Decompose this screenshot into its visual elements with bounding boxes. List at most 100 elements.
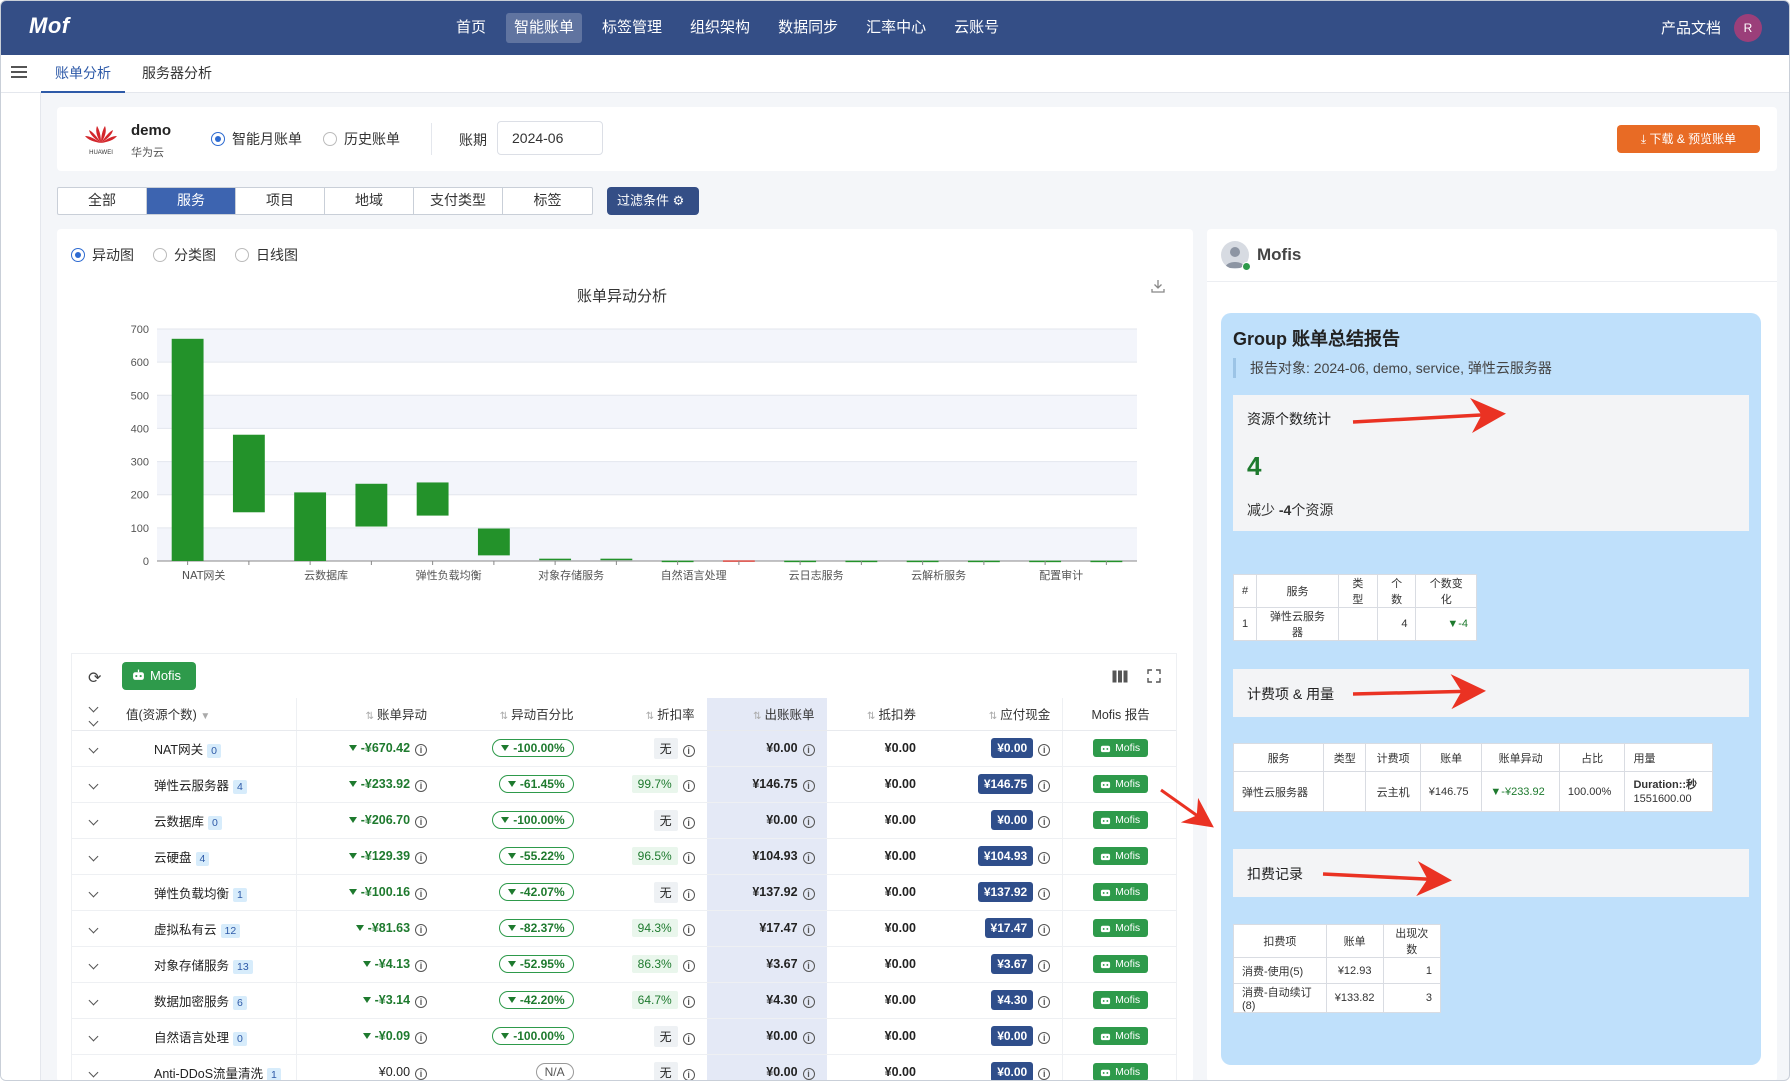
table-row[interactable]: 虚拟私有云 12 -¥81.63 i -82.37% 94.3% i ¥17.47 i … bbox=[72, 910, 1176, 947]
mofis-report-button[interactable]: Mofis bbox=[1093, 847, 1149, 865]
refresh-icon[interactable]: ⟳ bbox=[88, 668, 106, 687]
col-coupon[interactable]: ⇅ 抵扣券 bbox=[826, 698, 928, 731]
info-icon[interactable]: i bbox=[1038, 780, 1051, 792]
nav-cloud-account[interactable]: 云账号 bbox=[946, 13, 1007, 43]
expand-all-icon[interactable] bbox=[72, 698, 114, 731]
info-icon[interactable]: i bbox=[415, 1067, 428, 1080]
info-icon[interactable]: i bbox=[1038, 1032, 1051, 1044]
info-icon[interactable]: i bbox=[415, 959, 428, 972]
group-tab-tag[interactable]: 标签 bbox=[503, 188, 592, 214]
info-icon[interactable]: i bbox=[415, 779, 428, 792]
info-icon[interactable]: i bbox=[1038, 852, 1051, 864]
mofis-report-button[interactable]: Mofis bbox=[1093, 1027, 1149, 1045]
fullscreen-icon[interactable] bbox=[1147, 669, 1161, 683]
tab-server-analysis[interactable]: 服务器分析 bbox=[128, 55, 226, 93]
info-icon[interactable]: i bbox=[415, 851, 428, 864]
info-icon[interactable]: i bbox=[802, 887, 815, 900]
expand-row-icon[interactable] bbox=[72, 982, 114, 1019]
app-logo[interactable]: Mof bbox=[29, 13, 70, 39]
info-icon[interactable]: i bbox=[802, 923, 815, 936]
table-row[interactable]: 自然语言处理 0 -¥0.09 i -100.00% 无i ¥0.00 i ¥0.00… bbox=[72, 1018, 1176, 1055]
nav-exchange-rate[interactable]: 汇率中心 bbox=[858, 13, 934, 43]
radio-smart-monthly[interactable]: 智能月账单 bbox=[211, 129, 302, 149]
info-icon[interactable]: i bbox=[802, 1067, 815, 1080]
expand-row-icon[interactable] bbox=[72, 802, 114, 839]
download-preview-button[interactable]: ⤓ 下载 & 预览账单 bbox=[1617, 125, 1760, 153]
info-icon[interactable]: i bbox=[802, 743, 815, 756]
columns-icon[interactable] bbox=[1112, 670, 1128, 683]
info-icon[interactable]: i bbox=[682, 852, 695, 864]
info-icon[interactable]: i bbox=[415, 923, 428, 936]
docs-link[interactable]: 产品文档 bbox=[1661, 17, 1721, 38]
col-change[interactable]: ⇅ 账单异动 bbox=[296, 698, 440, 731]
info-icon[interactable]: i bbox=[802, 959, 815, 972]
info-icon[interactable]: i bbox=[802, 851, 815, 864]
filter-button[interactable]: 过滤条件 ⚙ bbox=[607, 187, 699, 215]
table-row[interactable]: 弹性负载均衡 1 -¥100.16 i -42.07% 无i ¥137.92 i ¥0… bbox=[72, 874, 1176, 911]
info-icon[interactable]: i bbox=[1038, 816, 1051, 828]
info-icon[interactable]: i bbox=[682, 744, 695, 757]
mofis-report-button[interactable]: Mofis bbox=[1093, 739, 1149, 757]
info-icon[interactable]: i bbox=[802, 779, 815, 792]
nav-data-sync[interactable]: 数据同步 bbox=[770, 13, 846, 43]
radio-dot[interactable] bbox=[153, 248, 167, 262]
info-icon[interactable]: i bbox=[415, 743, 428, 756]
expand-row-icon[interactable] bbox=[72, 1054, 114, 1080]
group-tab-region[interactable]: 地域 bbox=[325, 188, 414, 214]
mofis-report-button[interactable]: Mofis bbox=[1093, 775, 1149, 793]
mofis-button[interactable]: Mofis bbox=[122, 662, 196, 690]
group-tab-service[interactable]: 服务 bbox=[147, 188, 236, 214]
info-icon[interactable]: i bbox=[1038, 924, 1051, 936]
info-icon[interactable]: i bbox=[802, 1031, 815, 1044]
nav-org-structure[interactable]: 组织架构 bbox=[682, 13, 758, 43]
info-icon[interactable]: i bbox=[415, 1031, 428, 1044]
info-icon[interactable]: i bbox=[682, 1068, 695, 1080]
col-change-pct[interactable]: ⇅ 异动百分比 bbox=[439, 698, 586, 731]
table-row[interactable]: 对象存储服务 13 -¥4.13 i -52.95% 86.3% i ¥3.67 i ¥… bbox=[72, 946, 1176, 983]
info-icon[interactable]: i bbox=[682, 960, 695, 972]
info-icon[interactable]: i bbox=[1038, 888, 1051, 900]
nav-tag-management[interactable]: 标签管理 bbox=[594, 13, 670, 43]
info-icon[interactable]: i bbox=[682, 780, 695, 792]
col-discount[interactable]: ⇅ 折扣率 bbox=[585, 698, 707, 731]
info-icon[interactable]: i bbox=[682, 888, 695, 901]
expand-row-icon[interactable] bbox=[72, 910, 114, 947]
radio-dot[interactable] bbox=[71, 248, 85, 262]
table-row[interactable]: 云数据库 0 -¥206.70 i -100.00% 无i ¥0.00 i ¥0.00… bbox=[72, 802, 1176, 839]
radio-dot[interactable] bbox=[211, 132, 225, 146]
table-row[interactable]: NAT网关 0 -¥670.42 i -100.00% 无i ¥0.00 i ¥0.0… bbox=[72, 730, 1176, 767]
radio-daily-chart[interactable]: 日线图 bbox=[235, 245, 298, 265]
info-icon[interactable]: i bbox=[415, 887, 428, 900]
info-icon[interactable]: i bbox=[802, 995, 815, 1008]
col-cash[interactable]: ⇅ 应付现金 bbox=[927, 698, 1063, 731]
expand-row-icon[interactable] bbox=[72, 730, 114, 767]
mofis-report-button[interactable]: Mofis bbox=[1093, 955, 1149, 973]
mofis-report-button[interactable]: Mofis bbox=[1093, 1063, 1149, 1080]
group-tab-project[interactable]: 项目 bbox=[236, 188, 325, 214]
period-input[interactable]: 2024-06 bbox=[497, 121, 603, 155]
info-icon[interactable]: i bbox=[682, 816, 695, 829]
info-icon[interactable]: i bbox=[415, 815, 428, 828]
mofis-report-button[interactable]: Mofis bbox=[1093, 811, 1149, 829]
info-icon[interactable]: i bbox=[1038, 960, 1051, 972]
info-icon[interactable]: i bbox=[1038, 744, 1051, 756]
info-icon[interactable]: i bbox=[1038, 996, 1051, 1008]
tab-bill-analysis[interactable]: 账单分析 bbox=[41, 55, 125, 93]
mofis-report-button[interactable]: Mofis bbox=[1093, 919, 1149, 937]
table-row[interactable]: 数据加密服务 6 -¥3.14 i -42.20% 64.7% i ¥4.30 i ¥0… bbox=[72, 982, 1176, 1019]
info-icon[interactable]: i bbox=[1038, 1068, 1051, 1080]
user-avatar[interactable]: R bbox=[1734, 14, 1762, 42]
radio-anomaly-chart[interactable]: 异动图 bbox=[71, 245, 134, 265]
col-value[interactable]: 值(资源个数) ▼ bbox=[114, 698, 297, 731]
info-icon[interactable]: i bbox=[682, 1032, 695, 1045]
radio-dot[interactable] bbox=[323, 132, 337, 146]
mofis-report-button[interactable]: Mofis bbox=[1093, 883, 1149, 901]
expand-row-icon[interactable] bbox=[72, 1018, 114, 1055]
info-icon[interactable]: i bbox=[682, 924, 695, 936]
expand-row-icon[interactable] bbox=[72, 766, 114, 803]
expand-row-icon[interactable] bbox=[72, 838, 114, 875]
table-row[interactable]: 云硬盘 4 -¥129.39 i -55.22% 96.5% i ¥104.93 i ¥… bbox=[72, 838, 1176, 875]
radio-history[interactable]: 历史账单 bbox=[323, 129, 400, 149]
info-icon[interactable]: i bbox=[802, 815, 815, 828]
expand-row-icon[interactable] bbox=[72, 874, 114, 911]
